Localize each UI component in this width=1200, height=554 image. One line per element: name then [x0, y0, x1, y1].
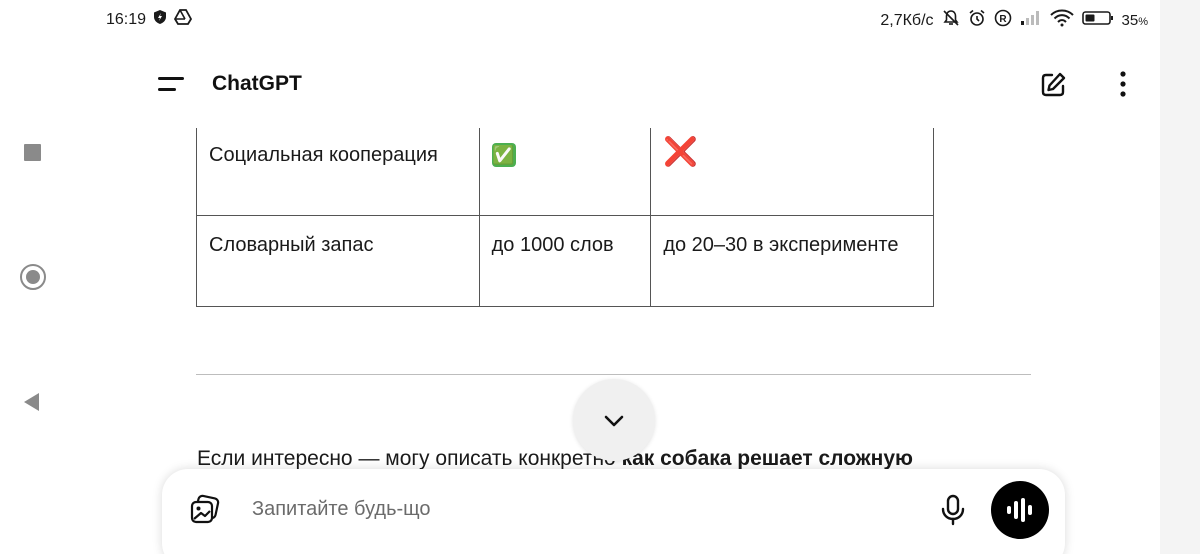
- table-cell: до 1000 слов: [478, 214, 652, 307]
- net-speed: 2,7Кб/с: [880, 11, 934, 29]
- scroll-to-bottom-button[interactable]: [573, 379, 655, 461]
- table-cell: Социальная кооперация: [196, 128, 480, 216]
- shield-icon: [152, 9, 168, 30]
- registered-icon: R: [994, 9, 1012, 32]
- followup-text: Если интересно — могу описать конкретно: [197, 447, 622, 470]
- app-header: ChatGPT: [150, 60, 1140, 108]
- menu-icon[interactable]: [158, 74, 188, 94]
- cross-mark-icon: ❌: [663, 136, 699, 167]
- table-row: Словарный запас до 1000 слов до 20–30 в …: [196, 214, 934, 307]
- screen-edge: [1160, 0, 1200, 554]
- attach-image-icon[interactable]: [188, 493, 222, 527]
- voice-waveform-icon: [1007, 498, 1032, 522]
- wifi-icon: [1049, 9, 1074, 32]
- table-row: Социальная кооперация ✅ ❌: [196, 128, 934, 216]
- app-title: ChatGPT: [212, 72, 302, 95]
- more-icon[interactable]: [1108, 70, 1138, 100]
- battery-icon: [1081, 10, 1114, 31]
- home-button[interactable]: [20, 264, 46, 290]
- edit-icon[interactable]: [1038, 70, 1068, 100]
- system-nav-rail: [0, 0, 66, 554]
- recents-button[interactable]: [24, 144, 41, 161]
- followup-bold-text: как собака решает сложную: [621, 447, 913, 470]
- battery-percent-value: 35: [1121, 12, 1139, 29]
- check-mark-icon: ✅: [491, 143, 516, 167]
- prompt-input[interactable]: [252, 489, 912, 529]
- battery-percent: 35%: [1122, 12, 1148, 29]
- status-bar: 16:19 2,7Кб/с R 35%: [0, 0, 1160, 40]
- section-divider: [196, 374, 1031, 375]
- comparison-table: Социальная кооперация ✅ ❌ Словарный запа…: [196, 128, 934, 307]
- table-cell: ✅: [478, 128, 652, 216]
- battery-percent-unit: %: [1138, 16, 1148, 28]
- svg-text:R: R: [999, 14, 1007, 25]
- table-cell: до 20–30 в эксперименте: [650, 214, 934, 307]
- status-time: 16:19: [106, 10, 147, 28]
- status-left: 16:19: [106, 9, 193, 30]
- back-button[interactable]: [24, 393, 39, 411]
- drive-icon: [174, 9, 193, 30]
- alarm-icon: [968, 9, 986, 32]
- table-cell: Словарный запас: [196, 214, 480, 307]
- signal-icon: [1020, 10, 1042, 31]
- assistant-followup-text: Если интересно — могу описать конкретно …: [197, 447, 913, 471]
- microphone-icon[interactable]: [938, 493, 968, 527]
- table-cell: ❌: [650, 128, 934, 216]
- chevron-down-icon: [604, 415, 624, 427]
- mute-bell-icon: [942, 9, 960, 32]
- message-composer: [162, 469, 1065, 554]
- status-right: 2,7Кб/с R 35%: [880, 9, 1148, 32]
- voice-mode-button[interactable]: [991, 481, 1049, 539]
